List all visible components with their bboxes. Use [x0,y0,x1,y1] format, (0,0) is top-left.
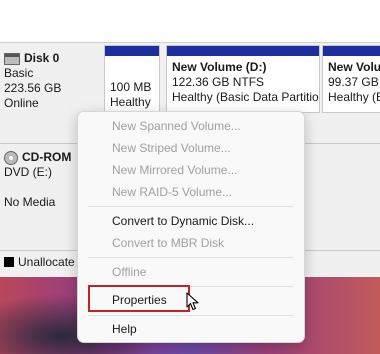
partition-bar [323,46,380,56]
partition-name: New Volume [328,60,380,74]
menu-item-properties[interactable]: Properties [112,292,167,308]
disk-0-status: Online [4,96,39,110]
menu-separator [88,315,294,316]
partition-bar [105,46,159,56]
menu-item-convert-to-dynamic-disk[interactable]: Convert to Dynamic Disk... [112,213,254,229]
hard-disk-icon [4,52,20,65]
partition-bar [167,46,319,56]
menu-item-new-mirrored-volume[interactable]: New Mirrored Volume... [112,162,237,178]
partition-new-volume-d[interactable]: New Volume (D:) 122.36 GB NTFS Healthy (… [166,45,320,113]
unallocated-label: Unallocate [18,255,75,269]
partition-size: 122.36 GB NTFS [172,75,265,89]
menu-item-help[interactable]: Help [112,321,137,337]
menu-item-new-spanned-volume[interactable]: New Spanned Volume... [112,118,241,134]
partition-status: Healthy (Basic Data Partitio [172,90,319,104]
partition-size: 100 MB [110,80,152,94]
menu-separator [88,206,294,207]
menu-item-convert-to-mbr-disk[interactable]: Convert to MBR Disk [112,235,224,251]
partition-status: Healthy [110,95,151,109]
partition-name: New Volume (D:) [172,60,267,74]
unallocated-swatch [4,257,14,267]
mouse-pointer-icon [186,292,199,311]
partition-system[interactable]: 100 MB Healthy [104,45,160,113]
menu-item-new-striped-volume[interactable]: New Striped Volume... [112,140,231,156]
cdrom-title: CD-ROM [22,150,72,164]
partition-status: Healthy (E [328,90,380,104]
partition-new-volume-e[interactable]: New Volume 99.37 GB N Healthy (E [322,45,380,113]
menu-item-new-raid5-volume[interactable]: New RAID-5 Volume... [112,184,232,200]
disk-0-size: 223.56 GB [4,81,62,95]
menu-item-offline[interactable]: Offline [112,264,146,280]
partition-size: 99.37 GB N [328,75,380,89]
menu-separator [88,257,294,258]
disk-0-type: Basic [4,66,34,80]
disk-0-title: Disk 0 [24,51,60,65]
disk-0-info[interactable]: Disk 0 Basic 223.56 GB Online [4,51,100,111]
cd-drive-icon [4,150,18,165]
